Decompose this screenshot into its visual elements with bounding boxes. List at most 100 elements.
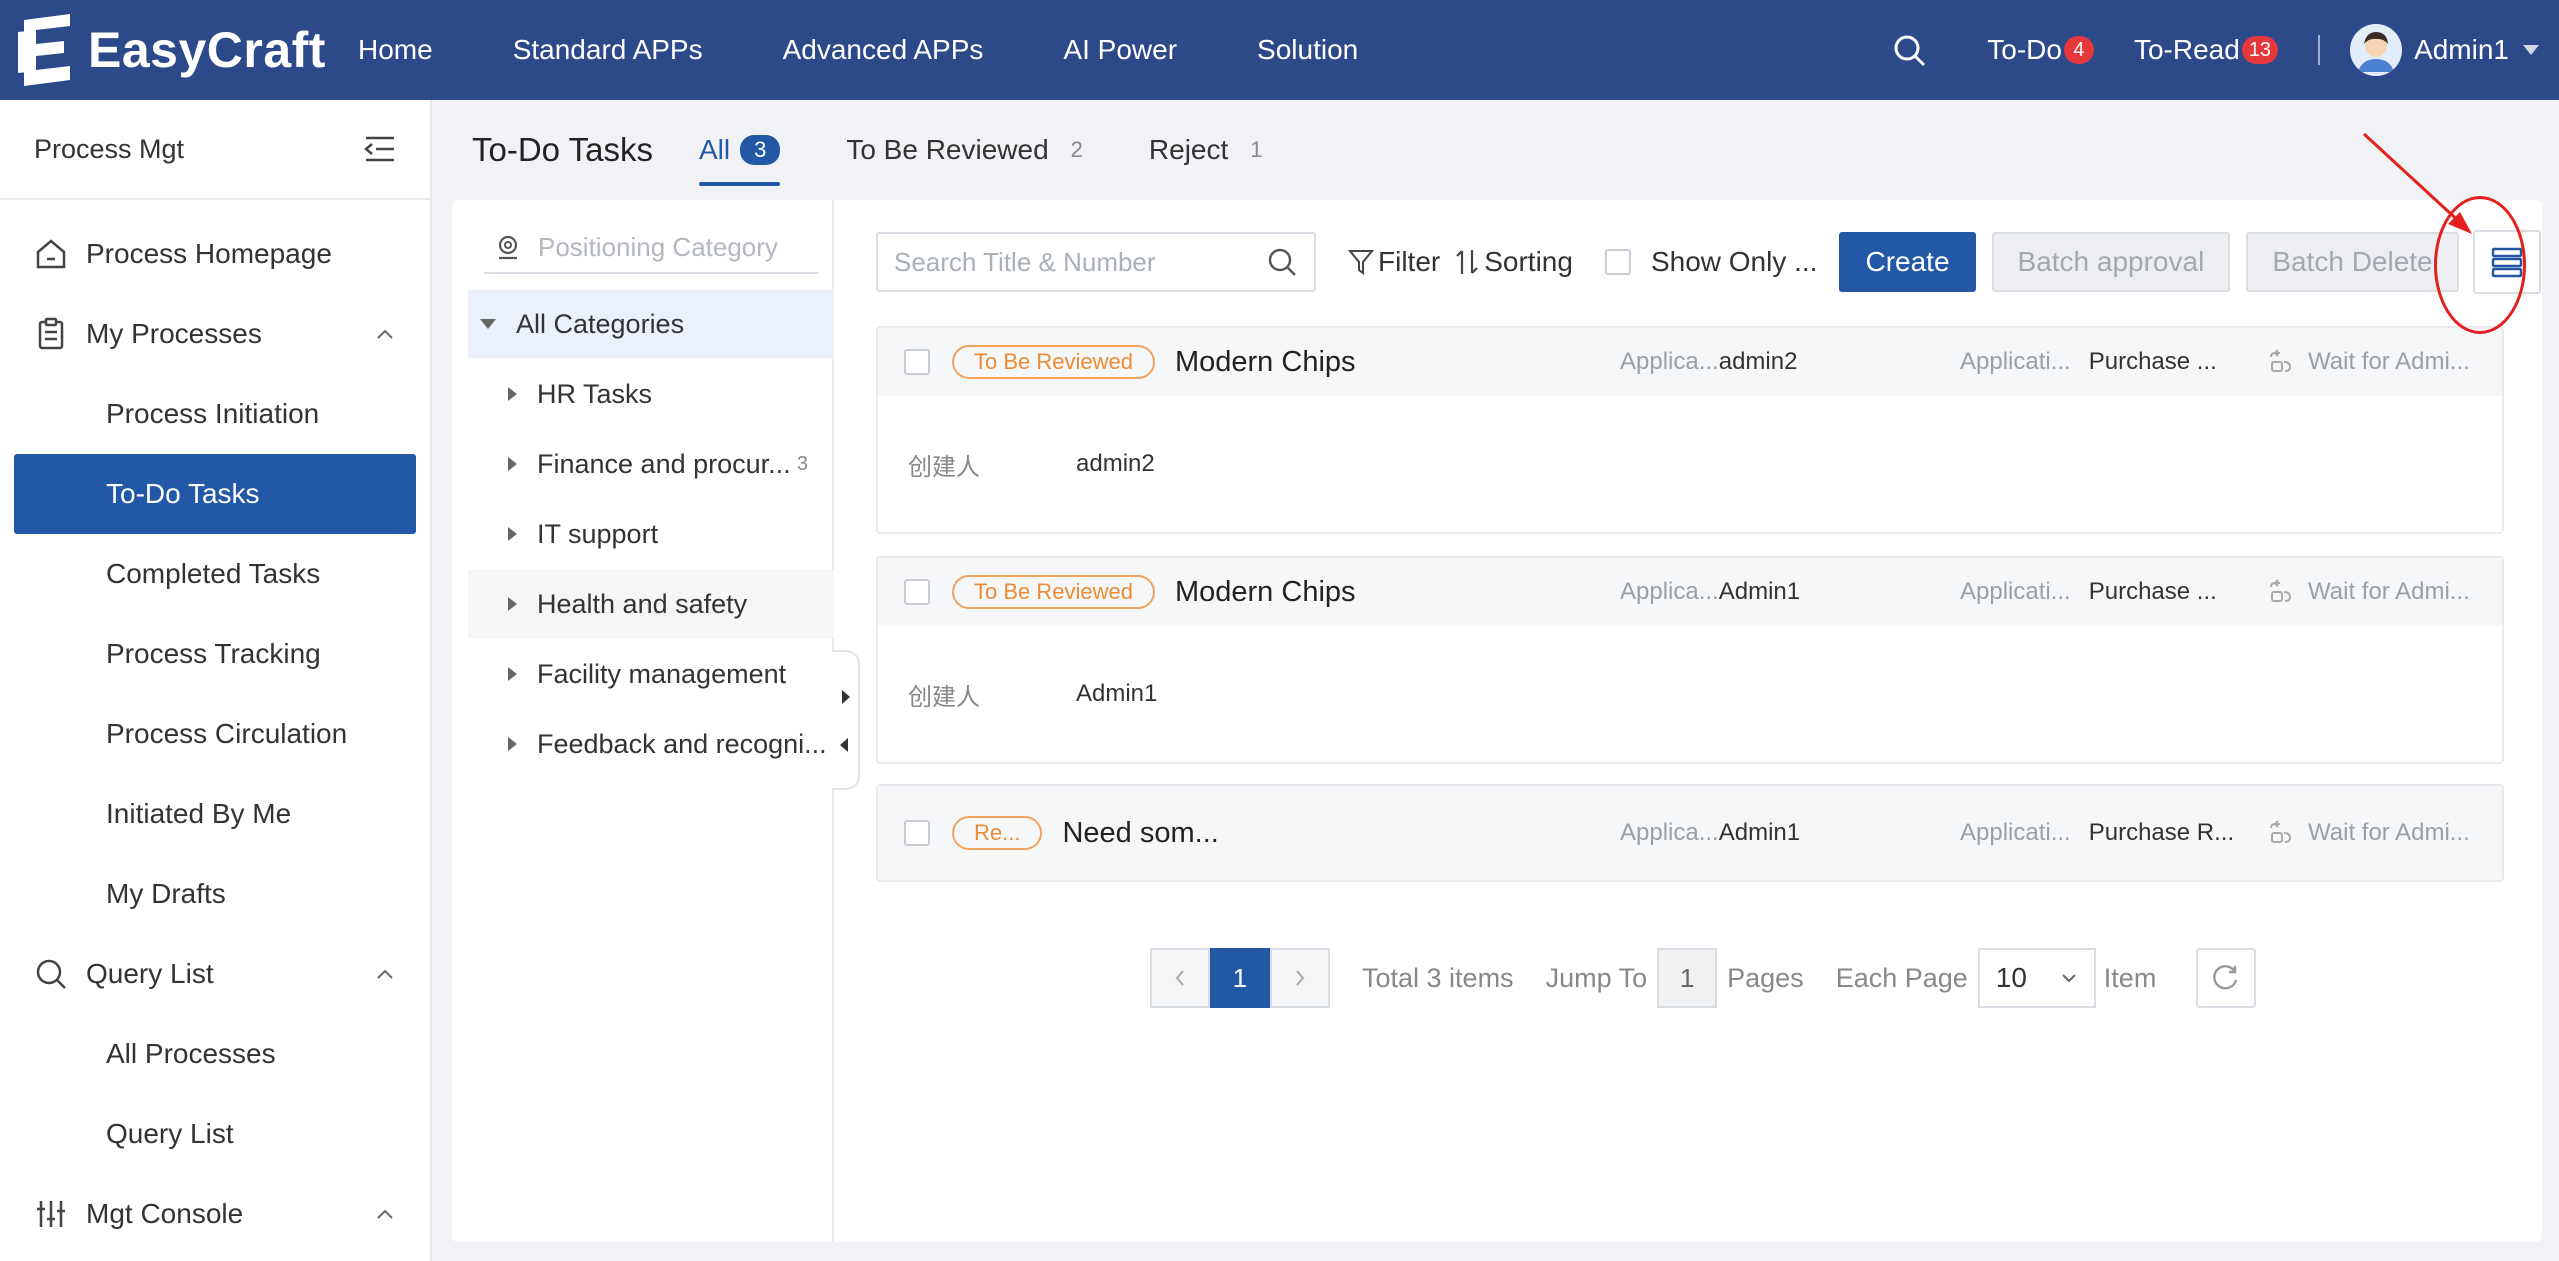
chevron-down-icon xyxy=(2523,45,2539,55)
clipboard-icon xyxy=(38,317,64,350)
category-item[interactable]: HR Tasks xyxy=(468,360,834,428)
task-title[interactable]: Modern Chips xyxy=(1175,576,1356,609)
status-badge: To Be Reviewed xyxy=(952,575,1155,609)
category-label: Health and safety xyxy=(537,588,748,619)
user-menu[interactable]: Admin1 xyxy=(2350,24,2539,76)
task-card[interactable]: To Be Reviewed Modern Chips Applica... a… xyxy=(876,326,2504,534)
applicant-label: Applica... xyxy=(1620,578,1719,605)
chevron-right-icon xyxy=(1296,970,1305,986)
sidebar-item-process-circulation[interactable]: Process Circulation xyxy=(0,694,430,774)
task-card-header: To Be Reviewed Modern Chips Applica... A… xyxy=(878,558,2502,626)
link-icon xyxy=(2270,820,2292,843)
sidebar-header: Process Mgt xyxy=(0,100,430,200)
task-checkbox[interactable] xyxy=(904,349,930,375)
batch-delete-button[interactable]: Batch Delete xyxy=(2246,232,2459,292)
applicant-value: Admin1 xyxy=(1718,819,1801,846)
sidebar-group-label: Mgt Console xyxy=(86,1198,244,1229)
tab-all[interactable]: All 3 xyxy=(698,100,781,200)
tab-to-be-reviewed[interactable]: To Be Reviewed 2 xyxy=(846,100,1083,200)
chevron-up-icon xyxy=(377,329,393,339)
filter-button[interactable]: Filter xyxy=(1348,246,1440,278)
task-title[interactable]: Modern Chips xyxy=(1175,346,1356,379)
task-card-body: 创建人 admin2 xyxy=(878,396,2502,532)
sliders-icon xyxy=(37,1201,65,1227)
category-item[interactable]: Feedback and recogni... xyxy=(468,710,834,778)
tab-label: All xyxy=(698,134,731,165)
search-icon[interactable] xyxy=(1891,32,1927,68)
sidebar-item-initiated-by-me[interactable]: Initiated By Me xyxy=(0,774,430,854)
app-name: EasyCraft xyxy=(88,22,326,78)
application-field: Applicati... Purchase R... xyxy=(1960,819,2234,847)
nav-ai-power[interactable]: AI Power xyxy=(1063,34,1177,66)
search-icon[interactable] xyxy=(1266,246,1298,278)
category-item[interactable]: Finance and procur... 3 xyxy=(468,430,834,498)
chevron-up-icon xyxy=(377,1209,393,1219)
sidebar-item-process-initiation[interactable]: Process Initiation xyxy=(0,374,430,454)
sidebar-item-process-tracking[interactable]: Process Tracking xyxy=(0,614,430,694)
show-only-checkbox[interactable] xyxy=(1604,249,1631,275)
sidebar-item-completed-tasks[interactable]: Completed Tasks xyxy=(0,534,430,614)
search-input[interactable]: Search Title & Number xyxy=(876,232,1316,292)
category-item[interactable]: Facility management xyxy=(468,640,834,708)
jump-page-input[interactable]: 1 xyxy=(1657,948,1718,1008)
divider xyxy=(2318,35,2321,65)
annotation-arrow-icon xyxy=(2362,132,2472,234)
page-size-select[interactable]: 10 xyxy=(1977,948,2096,1008)
nav-advanced-apps[interactable]: Advanced APPs xyxy=(783,34,984,66)
panel-drawer-toggle[interactable] xyxy=(832,650,860,790)
category-label: Finance and procur... xyxy=(537,448,791,479)
category-all[interactable]: All Categories xyxy=(468,290,834,358)
creator-value: admin2 xyxy=(1076,450,1155,477)
todo-link[interactable]: To-Do 4 xyxy=(1987,34,2094,66)
task-title[interactable]: Need som... xyxy=(1062,817,1218,850)
nav-home[interactable]: Home xyxy=(358,34,433,66)
task-checkbox[interactable] xyxy=(904,820,930,846)
filter-icon xyxy=(1348,250,1374,275)
sidebar-group-my-processes[interactable]: My Processes xyxy=(0,294,430,374)
sidebar-item-all-processes[interactable]: All Processes xyxy=(0,1014,430,1094)
category-item[interactable]: IT support xyxy=(468,500,834,568)
tab-label: To Be Reviewed xyxy=(846,134,1049,165)
content-header: To-Do Tasks All 3 To Be Reviewed 2 Rejec… xyxy=(434,100,2559,200)
category-label: All Categories xyxy=(516,308,685,339)
next-page-button[interactable] xyxy=(1270,948,1330,1008)
caret-right-icon xyxy=(508,387,517,401)
page-number-button[interactable]: 1 xyxy=(1210,948,1270,1008)
category-search-input[interactable]: Positioning Category xyxy=(484,222,818,274)
sidebar-item-todo-tasks[interactable]: To-Do Tasks xyxy=(14,454,416,534)
task-checkbox[interactable] xyxy=(904,579,930,605)
application-field: Applicati... Purchase ... xyxy=(1960,578,2217,606)
sorting-button[interactable]: Sorting xyxy=(1454,246,1573,278)
nav-solution[interactable]: Solution xyxy=(1257,34,1358,66)
toread-link[interactable]: To-Read 13 xyxy=(2134,34,2279,66)
refresh-button[interactable] xyxy=(2196,948,2257,1008)
category-item[interactable]: Health and safety xyxy=(468,570,834,638)
collapse-arrow-icon[interactable] xyxy=(840,738,848,752)
app-logo[interactable]: EasyCraft xyxy=(18,14,358,86)
tab-count: 1 xyxy=(1250,137,1263,162)
location-pin-icon xyxy=(498,235,518,260)
sidebar-item-my-drafts[interactable]: My Drafts xyxy=(0,854,430,934)
expand-arrow-icon[interactable] xyxy=(842,690,850,704)
create-button[interactable]: Create xyxy=(1839,232,1976,292)
task-card-header: To Be Reviewed Modern Chips Applica... a… xyxy=(878,328,2502,396)
sorting-label: Sorting xyxy=(1484,246,1573,277)
tab-label: Reject xyxy=(1148,134,1229,165)
sidebar-group-query-list[interactable]: Query List xyxy=(0,934,430,1014)
application-label: Applicati... xyxy=(1960,578,2071,605)
sidebar-title: Process Mgt xyxy=(34,133,185,164)
task-card[interactable]: Re... Need som... Applica... Admin1 Appl… xyxy=(876,784,2504,882)
task-card[interactable]: To Be Reviewed Modern Chips Applica... A… xyxy=(876,556,2504,764)
sidebar-item-process-homepage[interactable]: Process Homepage xyxy=(0,214,430,294)
collapse-sidebar-icon[interactable] xyxy=(364,135,396,163)
sidebar-item-query-list[interactable]: Query List xyxy=(0,1094,430,1174)
filter-label: Filter xyxy=(1378,246,1441,277)
batch-approval-button[interactable]: Batch approval xyxy=(1991,232,2231,292)
show-only-toggle[interactable]: Show Only ... xyxy=(1604,246,1817,278)
nav-standard-apps[interactable]: Standard APPs xyxy=(513,34,703,66)
applicant-label: Applica... xyxy=(1620,819,1719,846)
task-toolbar: Search Title & Number Filter Sorting Sho… xyxy=(876,230,2541,294)
tab-reject[interactable]: Reject 1 xyxy=(1149,100,1263,200)
prev-page-button[interactable] xyxy=(1150,948,1210,1008)
sidebar-group-mgt-console[interactable]: Mgt Console xyxy=(0,1174,430,1254)
